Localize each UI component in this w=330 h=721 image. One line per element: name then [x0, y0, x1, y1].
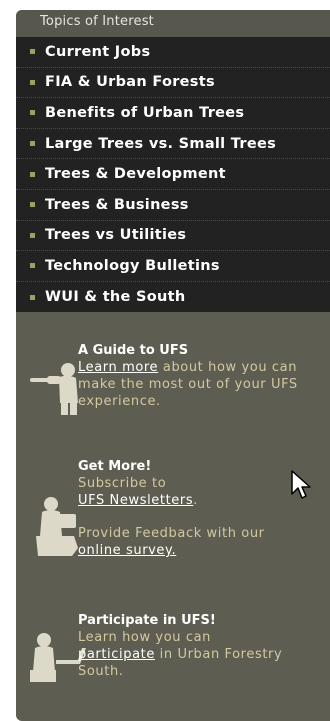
topic-label: Benefits of Urban Trees [45, 104, 245, 121]
participate-text: Learn how you can participate in Urban Fo… [78, 629, 308, 680]
topic-item-trees-business[interactable]: Trees & Business [16, 190, 330, 221]
bullet-icon [30, 232, 35, 238]
survey-line: online survey. [78, 542, 308, 559]
topic-item-large-vs-small-trees[interactable]: Large Trees vs. Small Trees [16, 129, 330, 160]
topic-label: Technology Bulletins [45, 257, 220, 274]
feedback-text: Provide Feedback with our [78, 526, 265, 541]
bullet-icon [30, 49, 35, 55]
participate-promo: Participate in UFS! Learn how you can par… [78, 612, 308, 680]
bullet-icon [30, 294, 35, 300]
bullet-icon [30, 202, 35, 208]
topic-label: WUI & the South [45, 289, 186, 306]
topic-label: Trees & Business [45, 196, 189, 213]
reading-person-icon [36, 497, 78, 556]
topic-label: Large Trees vs. Small Trees [45, 135, 277, 152]
topic-item-technology-bulletins[interactable]: Technology Bulletins [16, 251, 330, 282]
topic-label: Trees vs Utilities [45, 227, 187, 244]
bullet-icon [30, 141, 35, 147]
topic-item-trees-development[interactable]: Trees & Development [16, 159, 330, 190]
topics-list: Current Jobs FIA & Urban Forests Benefit… [16, 37, 330, 313]
subscribe-text: Subscribe to [78, 476, 167, 491]
participate-title: Participate in UFS! [78, 613, 216, 628]
mouse-cursor-icon [291, 470, 311, 499]
topic-item-trees-vs-utilities[interactable]: Trees vs Utilities [16, 221, 330, 252]
newsletters-line: UFS Newsletters. [78, 492, 308, 509]
topic-label: Current Jobs [45, 43, 151, 60]
getmore-promo: Get More! Subscribe to UFS Newsletters. … [78, 458, 308, 559]
topics-header: Topics of Interest [16, 10, 330, 37]
newsletters-link[interactable]: UFS Newsletters [78, 493, 193, 508]
participate-link[interactable]: participate [78, 647, 155, 662]
bullet-icon [30, 171, 35, 177]
newsletters-after: . [193, 493, 198, 508]
topic-item-fia-urban-forests[interactable]: FIA & Urban Forests [16, 68, 330, 99]
bullet-icon [30, 79, 35, 85]
topic-item-benefits-urban-trees[interactable]: Benefits of Urban Trees [16, 98, 330, 129]
topic-item-current-jobs[interactable]: Current Jobs [16, 37, 330, 68]
topic-item-wui-south[interactable]: WUI & the South [16, 282, 330, 313]
bullet-icon [30, 110, 35, 116]
online-survey-link[interactable]: online survey. [78, 543, 176, 558]
topic-label: FIA & Urban Forests [45, 74, 215, 91]
topic-label: Trees & Development [45, 166, 226, 183]
guide-title: A Guide to UFS [78, 343, 189, 358]
getmore-title: Get More! [78, 459, 152, 474]
guide-text: Learn more about how you can make the mo… [78, 359, 308, 410]
participate-text-before: Learn how you can [78, 630, 211, 645]
bullet-icon [30, 263, 35, 269]
learn-more-link[interactable]: Learn more [78, 360, 158, 375]
guide-promo: A Guide to UFS Learn more about how you … [78, 342, 308, 410]
